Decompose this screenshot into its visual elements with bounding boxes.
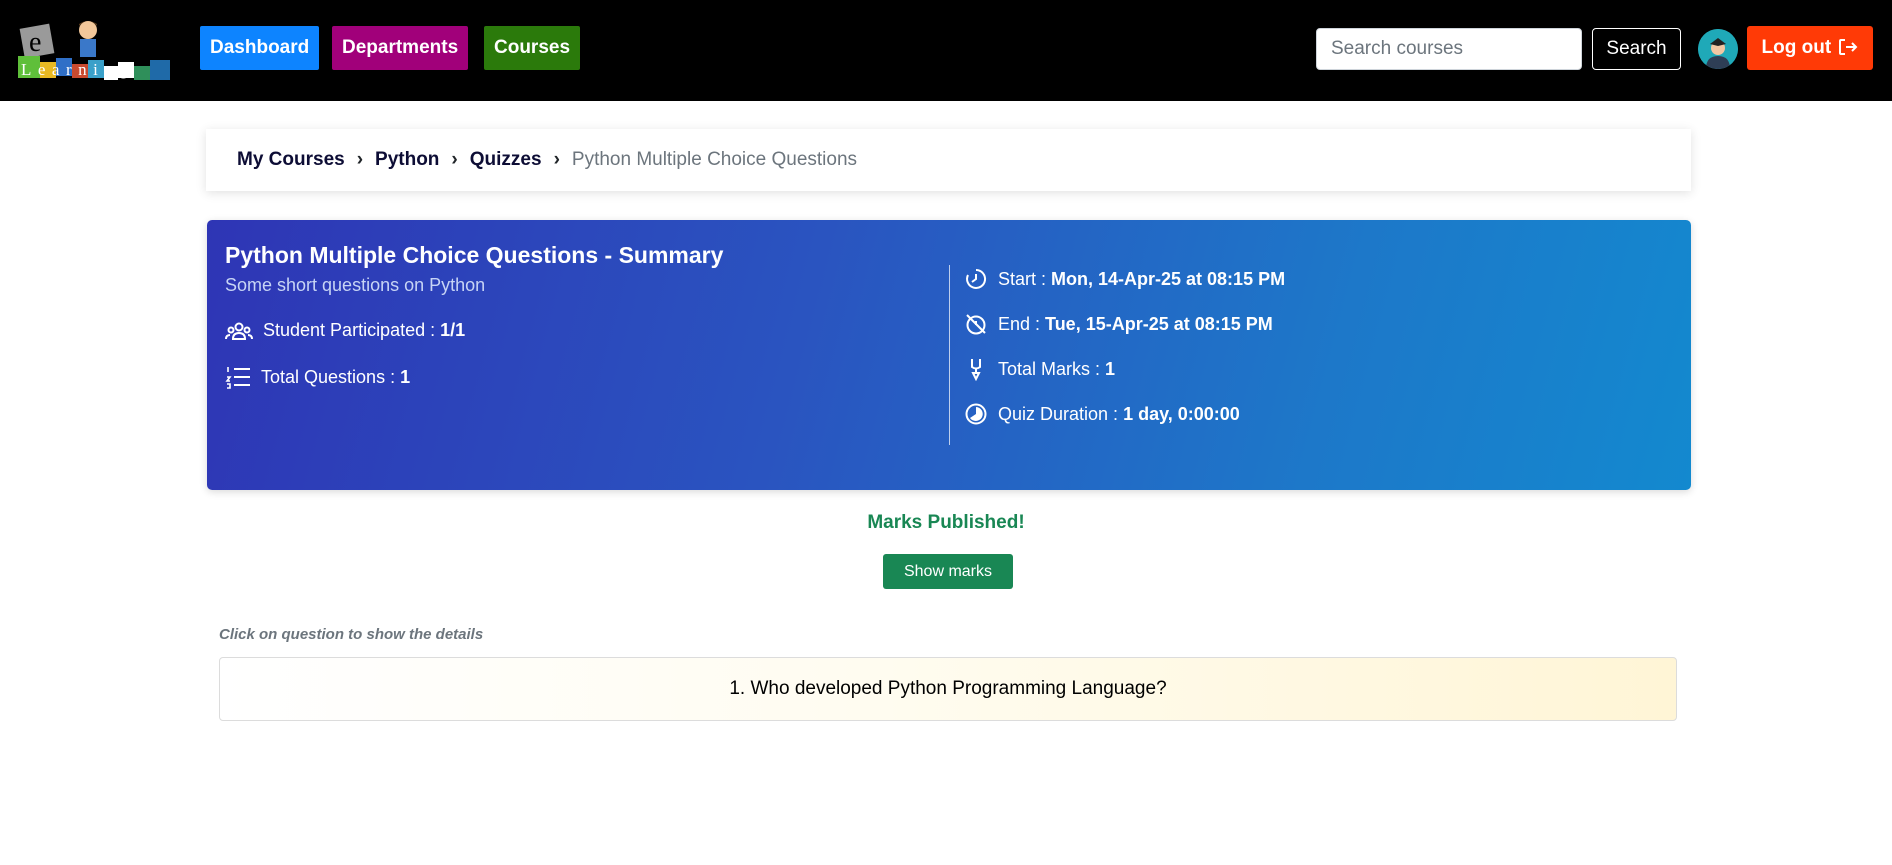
total-questions-row: Total Questions : 1 [225, 365, 410, 389]
show-marks-button[interactable]: Show marks [883, 554, 1013, 589]
breadcrumb-quizzes[interactable]: Quizzes [470, 149, 542, 171]
student-participated-label: Student Participated : [263, 320, 436, 340]
timer-off-icon [966, 314, 986, 335]
users-icon [225, 322, 253, 340]
list-ordered-icon [225, 367, 250, 389]
search-input[interactable] [1316, 28, 1582, 70]
quiz-summary-subtitle: Some short questions on Python [225, 275, 486, 295]
quiz-duration-label: Quiz Duration : [998, 403, 1119, 424]
breadcrumb-separator: › [451, 149, 458, 170]
total-marks-label: Total Marks : [998, 358, 1101, 379]
quiz-duration-value: 1 day, 0:00:00 [1123, 403, 1240, 424]
marks-published-status: Marks Published! [867, 512, 1025, 533]
logout-icon [1839, 39, 1858, 55]
svg-text:Learning: Learning [21, 60, 134, 79]
award-icon [971, 359, 981, 381]
card-divider [949, 265, 950, 445]
total-questions-value: 1 [400, 366, 411, 387]
total-marks-value: 1 [1105, 358, 1116, 379]
elearning-logo[interactable]: e Learning [18, 18, 174, 82]
breadcrumb-python[interactable]: Python [375, 149, 439, 171]
logout-label: Log out [1761, 37, 1832, 58]
breadcrumb-separator: › [356, 149, 364, 170]
quiz-summary-card: Python Multiple Choice Questions - Summa… [207, 220, 1691, 490]
user-avatar[interactable] [1698, 29, 1738, 69]
start-row: Start : Mon, 14-Apr-25 at 08:15 PM [964, 267, 1285, 291]
timer-start-icon [966, 268, 987, 289]
nav-dashboard-button[interactable]: Dashboard [200, 26, 320, 70]
clock-pie-icon [965, 403, 987, 425]
breadcrumb-current: Python Multiple Choice Questions [571, 149, 858, 170]
breadcrumb-separator: › [553, 149, 560, 170]
nav-courses-button[interactable]: Courses [484, 26, 581, 70]
end-value: Tue, 15-Apr-25 at 08:15 PM [1045, 313, 1273, 334]
start-value: Mon, 14-Apr-25 at 08:15 PM [1051, 268, 1286, 289]
question-item[interactable]: 1. Who developed Python Programming Lang… [219, 657, 1677, 721]
total-marks-row: Total Marks : 1 [964, 357, 1115, 381]
nav-departments-button[interactable]: Departments [332, 26, 469, 70]
end-row: End : Tue, 15-Apr-25 at 08:15 PM [964, 312, 1273, 336]
breadcrumb-my-courses[interactable]: My Courses [237, 149, 345, 171]
top-navbar: e Learning Dashboard Departments Courses… [0, 0, 1892, 101]
svg-text:e: e [29, 27, 41, 58]
total-questions-label: Total Questions : [261, 366, 396, 387]
breadcrumb: My Courses › Python › Quizzes › Python M… [206, 129, 1691, 191]
student-participated-value: 1/1 [440, 320, 466, 340]
start-label: Start : [998, 268, 1047, 289]
questions-hint: Click on question to show the details [219, 626, 484, 643]
quiz-summary-title: Python Multiple Choice Questions - Summa… [225, 242, 724, 268]
end-label: End : [998, 313, 1041, 334]
student-participated-row: Student Participated : 1/1 [225, 320, 465, 341]
search-button[interactable]: Search [1592, 28, 1681, 70]
quiz-duration-row: Quiz Duration : 1 day, 0:00:00 [964, 402, 1240, 426]
logout-button[interactable]: Log out [1747, 26, 1873, 70]
